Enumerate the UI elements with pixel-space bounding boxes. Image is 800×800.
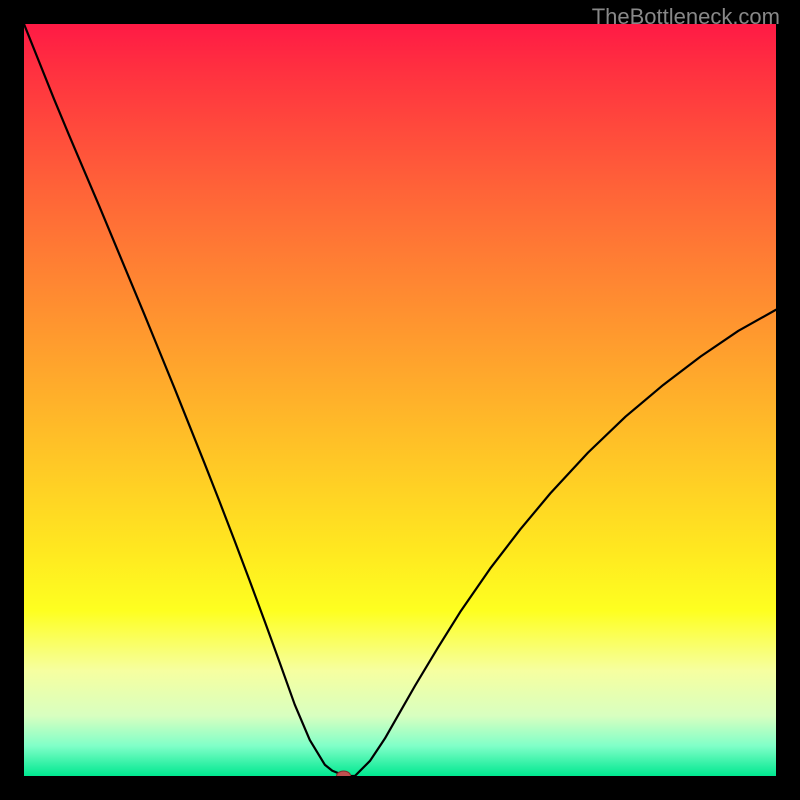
min-marker-dot [337,771,351,776]
bottleneck-curve [24,24,776,776]
watermark-text: TheBottleneck.com [592,4,780,30]
chart-frame: TheBottleneck.com [0,0,800,800]
curve-svg [24,24,776,776]
plot-area [24,24,776,776]
